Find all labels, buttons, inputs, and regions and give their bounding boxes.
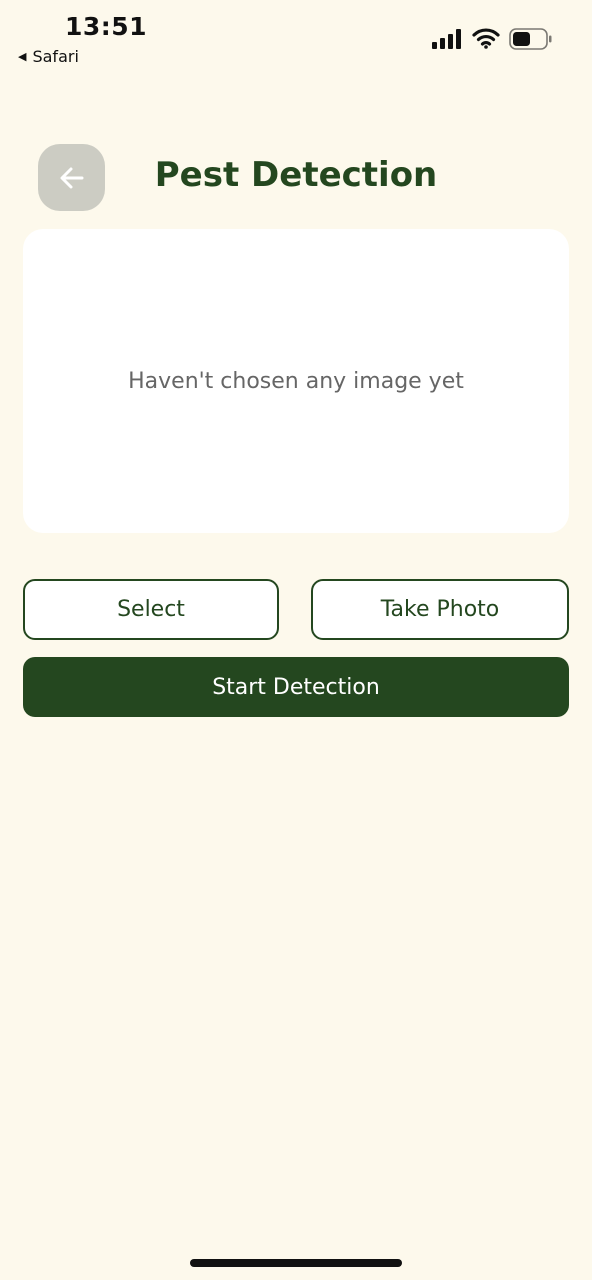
page-title: Pest Detection bbox=[154, 155, 438, 195]
start-detection-button[interactable]: Start Detection bbox=[23, 657, 569, 717]
no-image-placeholder: Haven't chosen any image yet bbox=[128, 368, 464, 394]
battery-icon bbox=[509, 28, 552, 50]
back-app-label: Safari bbox=[32, 47, 79, 66]
select-button[interactable]: Select bbox=[23, 579, 279, 640]
back-to-app-link[interactable]: ◀ Safari bbox=[18, 47, 79, 66]
wifi-icon bbox=[472, 28, 500, 49]
status-time: 13:51 bbox=[65, 12, 148, 41]
cellular-signal-icon bbox=[432, 29, 461, 49]
home-indicator[interactable] bbox=[190, 1259, 402, 1267]
back-triangle-icon: ◀ bbox=[18, 50, 27, 63]
status-bar: 13:51 ◀ Safari bbox=[0, 0, 592, 80]
image-preview-area: Haven't chosen any image yet bbox=[23, 229, 569, 533]
take-photo-button[interactable]: Take Photo bbox=[311, 579, 569, 640]
